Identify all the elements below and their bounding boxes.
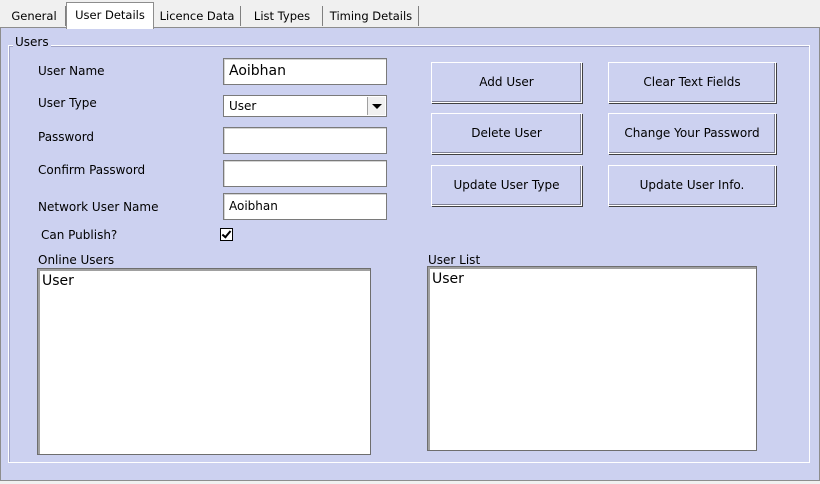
user-type-label: User Type bbox=[38, 96, 97, 110]
user-type-select[interactable]: User bbox=[223, 95, 387, 117]
confirm-password-field[interactable] bbox=[223, 160, 387, 187]
password-label: Password bbox=[38, 130, 95, 144]
users-group-title: Users bbox=[13, 35, 51, 49]
tab-timing-details[interactable]: Timing Details bbox=[324, 6, 419, 26]
user-list-label: User List bbox=[428, 253, 481, 267]
network-user-name-field[interactable]: Aoibhan bbox=[223, 193, 387, 220]
list-item[interactable]: User bbox=[432, 271, 752, 287]
clear-text-fields-button[interactable]: Clear Text Fields bbox=[608, 62, 776, 103]
user-list[interactable]: User bbox=[427, 266, 757, 451]
tab-list-types[interactable]: List Types bbox=[242, 6, 323, 26]
user-type-value: User bbox=[229, 99, 257, 113]
update-user-type-button[interactable]: Update User Type bbox=[431, 165, 582, 206]
user-name-field[interactable]: Aoibhan bbox=[223, 58, 387, 85]
delete-user-button[interactable]: Delete User bbox=[431, 113, 582, 154]
chevron-down-icon[interactable] bbox=[367, 97, 385, 115]
online-users-list[interactable]: User bbox=[37, 268, 371, 455]
add-user-button[interactable]: Add User bbox=[431, 62, 582, 103]
user-details-panel: Users User Name User Type Password Confi… bbox=[0, 27, 820, 481]
user-name-label: User Name bbox=[38, 64, 105, 78]
can-publish-checkbox[interactable] bbox=[220, 228, 233, 241]
tab-general[interactable]: General bbox=[3, 6, 66, 26]
tab-user-details[interactable]: User Details bbox=[66, 2, 154, 29]
update-user-info-button[interactable]: Update User Info. bbox=[608, 165, 776, 206]
tab-licence-data[interactable]: Licence Data bbox=[154, 6, 241, 26]
password-field[interactable] bbox=[223, 127, 387, 154]
change-password-button[interactable]: Change Your Password bbox=[608, 113, 776, 154]
online-users-label: Online Users bbox=[38, 253, 115, 267]
tab-bar: General User Details Licence Data List T… bbox=[0, 0, 820, 29]
confirm-password-label: Confirm Password bbox=[38, 163, 146, 177]
list-item[interactable]: User bbox=[42, 273, 366, 289]
can-publish-label: Can Publish? bbox=[41, 228, 118, 242]
network-user-name-label: Network User Name bbox=[38, 200, 159, 214]
